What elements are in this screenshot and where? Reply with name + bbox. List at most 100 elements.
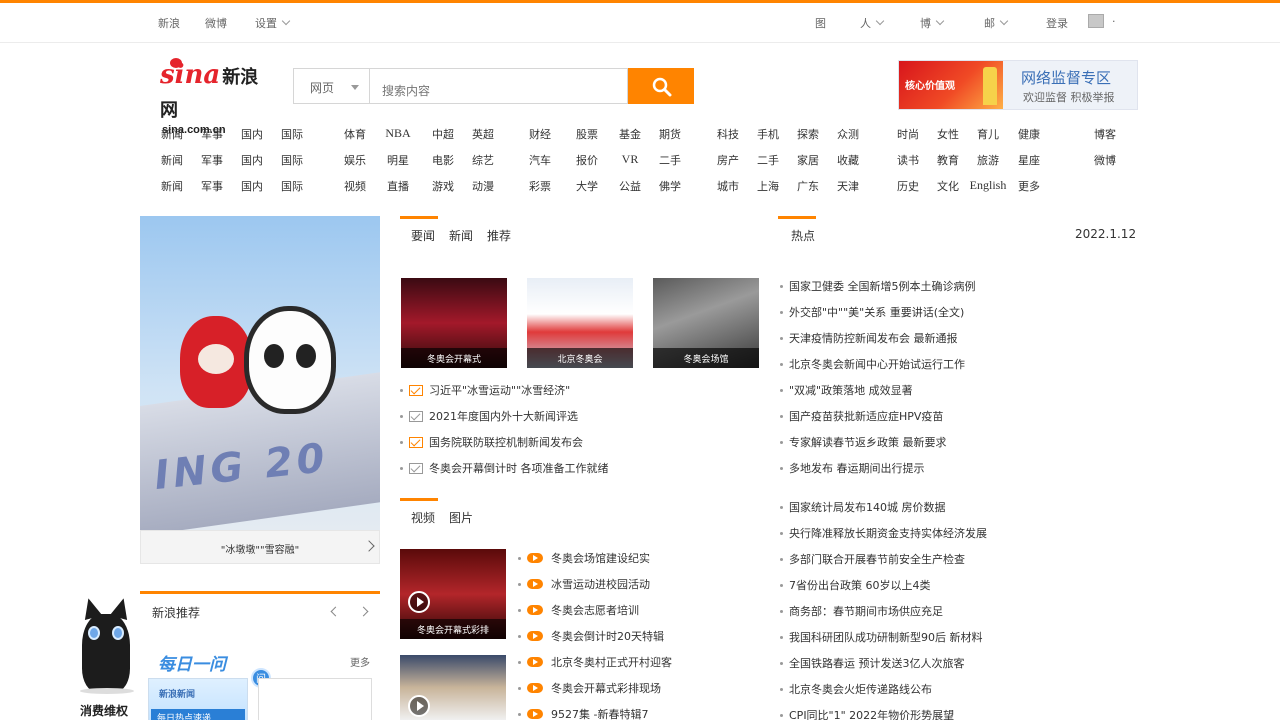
nav-link[interactable]: 新闻: [161, 126, 183, 142]
search-type-select[interactable]: 网页: [293, 68, 369, 104]
news-item[interactable]: 2021年度国内外十大新闻评选: [400, 408, 578, 424]
news-item[interactable]: 天津疫情防控新闻发布会 最新通报: [780, 330, 958, 346]
topbar-menu-blog[interactable]: 博: [920, 15, 945, 31]
news-item[interactable]: 7省份出台政策 60岁以上4类: [780, 577, 931, 593]
news-item[interactable]: 商务部：春节期间市场供应充足: [780, 603, 943, 619]
nav-link[interactable]: 娱乐: [344, 152, 366, 168]
nav-link[interactable]: 房产: [717, 152, 739, 168]
nav-link[interactable]: 军事: [201, 126, 223, 142]
search-input[interactable]: [369, 68, 628, 104]
nav-link[interactable]: 国际: [281, 126, 303, 142]
nav-link[interactable]: 天津: [837, 178, 859, 194]
nav-link[interactable]: 收藏: [837, 152, 859, 168]
nav-link[interactable]: 视频: [344, 178, 366, 194]
topbar-menu-user[interactable]: 人: [860, 15, 885, 31]
news-item[interactable]: 央行降准释放长期资金支持实体经济发展: [780, 525, 987, 541]
chevron-right-icon[interactable]: [363, 540, 375, 552]
chevron-left-icon[interactable]: [330, 606, 341, 617]
chevron-right-icon[interactable]: [358, 606, 369, 617]
nav-link[interactable]: 财经: [529, 126, 551, 142]
nav-link[interactable]: 电影: [432, 152, 454, 168]
nav-link[interactable]: 大学: [576, 178, 598, 194]
news-item[interactable]: 习近平"冰雪运动""冰雪经济": [400, 382, 570, 398]
nav-link[interactable]: 直播: [387, 178, 409, 194]
nav-link[interactable]: 历史: [897, 178, 919, 194]
nav-link[interactable]: 旅游: [977, 152, 999, 168]
supervision-banner[interactable]: 核心价值观 网络监督专区 欢迎监督 积极举报: [898, 60, 1138, 110]
topbar-link-pic[interactable]: 图: [815, 15, 826, 31]
nav-link[interactable]: 星座: [1018, 152, 1040, 168]
nav-link[interactable]: 动漫: [472, 178, 494, 194]
nav-link[interactable]: 文化: [937, 178, 959, 194]
nav-link[interactable]: 女性: [937, 126, 959, 142]
nav-link[interactable]: 二手: [757, 152, 779, 168]
nav-link[interactable]: 游戏: [432, 178, 454, 194]
nav-link[interactable]: 手机: [757, 126, 779, 142]
nav-link[interactable]: 城市: [717, 178, 739, 194]
news-item[interactable]: 北京冬奥会火炬传递路线公布: [780, 681, 932, 697]
nav-link[interactable]: 科技: [717, 126, 739, 142]
nav-link[interactable]: 汽车: [529, 152, 551, 168]
news-item[interactable]: 全国铁路春运 预计发送3亿人次旅客: [780, 655, 965, 671]
topbar-more-icon[interactable]: ·: [1112, 15, 1116, 28]
nav-link[interactable]: 众测: [837, 126, 859, 142]
nav-link[interactable]: 国际: [281, 152, 303, 168]
photo-thumb[interactable]: 冬奥会场馆: [653, 278, 759, 368]
tab-news-main[interactable]: 要闻: [411, 227, 435, 244]
topbar-menu-mail[interactable]: 邮: [984, 15, 1009, 31]
news-item[interactable]: 我国科研团队成功研制新型90后 新材料: [780, 629, 983, 645]
nav-link[interactable]: 新闻: [161, 152, 183, 168]
hero-image[interactable]: ING 20: [140, 216, 380, 530]
tab-recommend[interactable]: 推荐: [487, 227, 511, 244]
nav-link[interactable]: 博客: [1094, 126, 1116, 142]
video-item[interactable]: 冬奥会志愿者培训: [518, 602, 639, 618]
nav-link[interactable]: 期货: [659, 126, 681, 142]
nav-link[interactable]: 二手: [659, 152, 681, 168]
topbar-link-weibo[interactable]: 微博: [205, 15, 227, 31]
news-item[interactable]: 国务院联防联控机制新闻发布会: [400, 434, 583, 450]
video-item[interactable]: 冰雪运动进校园活动: [518, 576, 650, 592]
nav-link[interactable]: 健康: [1018, 126, 1040, 142]
tab-news[interactable]: 新闻: [449, 227, 473, 244]
nav-link[interactable]: VR: [622, 152, 639, 167]
more-link[interactable]: 更多: [350, 654, 370, 669]
nav-link[interactable]: 广东: [797, 178, 819, 194]
nav-link[interactable]: 中超: [432, 126, 454, 142]
sina-logo[interactable]: sina 新浪网 sina.com.cn: [160, 58, 272, 136]
news-item[interactable]: 冬奥会开幕倒计时 各项准备工作就绪: [400, 460, 609, 476]
nav-link[interactable]: 彩票: [529, 178, 551, 194]
topbar-menu-settings[interactable]: 设置: [255, 15, 291, 31]
photo-thumb[interactable]: 冬奥会开幕式: [401, 278, 507, 368]
news-item[interactable]: CPI同比"1" 2022年物价形势展望: [780, 707, 954, 720]
nav-link[interactable]: 上海: [757, 178, 779, 194]
nav-link[interactable]: 更多: [1018, 178, 1040, 194]
video-item[interactable]: 冬奥会场馆建设纪实: [518, 550, 650, 566]
nav-link[interactable]: 报价: [576, 152, 598, 168]
nav-link[interactable]: 育儿: [977, 126, 999, 142]
nav-link[interactable]: 股票: [576, 126, 598, 142]
consumer-rights-mascot[interactable]: 消费维权: [70, 596, 142, 720]
nav-link[interactable]: 微博: [1094, 152, 1116, 168]
nav-link[interactable]: 公益: [619, 178, 641, 194]
tab-hot[interactable]: 热点: [791, 227, 815, 244]
nav-link[interactable]: 体育: [344, 126, 366, 142]
video-item[interactable]: 冬奥会开幕式彩排现场: [518, 680, 661, 696]
nav-link[interactable]: 英超: [472, 126, 494, 142]
nav-link[interactable]: 综艺: [472, 152, 494, 168]
video-thumb[interactable]: [400, 655, 506, 720]
tab-video[interactable]: 视频: [411, 509, 435, 526]
tab-pictures[interactable]: 图片: [449, 509, 473, 526]
news-item[interactable]: 国产疫苗获批新适应症HPV疫苗: [780, 408, 943, 424]
news-item[interactable]: 多部门联合开展春节前安全生产检查: [780, 551, 965, 567]
video-item[interactable]: 冬奥会倒计时20天特辑: [518, 628, 664, 644]
nav-link[interactable]: 佛学: [659, 178, 681, 194]
grid-icon[interactable]: [1088, 14, 1104, 28]
news-item[interactable]: 多地发布 春运期间出行提示: [780, 460, 925, 476]
daily-question-title[interactable]: 每日一问: [158, 650, 226, 675]
daily-card-empty[interactable]: [258, 678, 372, 720]
nav-link[interactable]: 家居: [797, 152, 819, 168]
nav-link[interactable]: 国内: [241, 126, 263, 142]
topbar-link-sina[interactable]: 新浪: [158, 15, 180, 31]
nav-link[interactable]: 国际: [281, 178, 303, 194]
nav-link[interactable]: 教育: [937, 152, 959, 168]
